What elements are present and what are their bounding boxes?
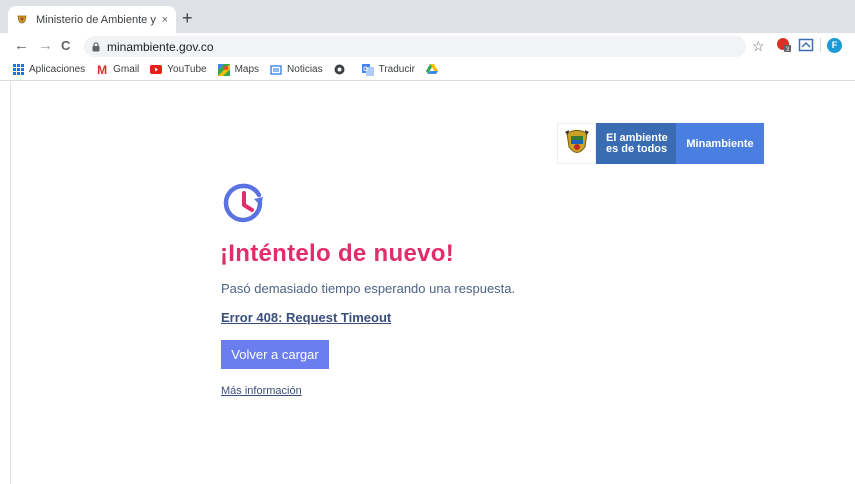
bookmark-noticias[interactable]: Noticias (270, 64, 323, 76)
lock-icon (92, 41, 100, 51)
slogan-line-1: El ambiente (606, 131, 668, 144)
browser-toolbar: ← → C minambiente.gov.co ☆ 3 F ⋮ (0, 33, 855, 59)
drive-icon (425, 64, 438, 76)
more-info-link[interactable]: Más información (221, 385, 302, 397)
colombia-coat-of-arms-icon (557, 123, 596, 164)
news-icon (270, 64, 282, 76)
bookmark-youtube[interactable]: YouTube (150, 64, 207, 76)
cast-extension-icon[interactable] (798, 37, 814, 53)
bookmark-label: Noticias (287, 64, 323, 75)
bookmark-label: Aplicaciones (29, 64, 86, 75)
gmail-icon: M (97, 62, 108, 77)
back-button[interactable]: ← (14, 36, 29, 56)
tab-strip: Ministerio de Ambiente y Deso × + (0, 0, 855, 33)
clock-timeout-icon (223, 183, 263, 223)
reload-button[interactable]: C (61, 36, 70, 56)
bookmark-label: Traducir (378, 64, 415, 75)
bookmark-label: Maps (234, 64, 260, 75)
address-bar[interactable]: minambiente.gov.co (84, 36, 746, 57)
browser-tab[interactable]: Ministerio de Ambiente y Deso × (8, 6, 176, 33)
error-message: Pasó demasiado tiempo esperando una resp… (221, 281, 516, 296)
translate-icon: G (361, 63, 374, 76)
tab-title: Ministerio de Ambiente y Deso (36, 13, 156, 26)
menu-icon[interactable]: ⋮ (850, 38, 855, 52)
logo-brand: Minambiente (676, 123, 764, 164)
page-edge (10, 82, 11, 484)
bookmark-aplicaciones[interactable]: Aplicaciones (12, 64, 85, 76)
new-tab-button[interactable]: + (182, 9, 193, 27)
bookmark-drive[interactable] (425, 64, 443, 76)
youtube-icon (150, 64, 163, 76)
apps-grid-icon (12, 64, 24, 76)
bookmark-globe[interactable] (334, 64, 351, 76)
error-code-link[interactable]: Error 408: Request Timeout (221, 310, 391, 325)
bookmark-maps[interactable]: Maps (217, 63, 260, 76)
maps-icon (217, 63, 230, 76)
colombia-seal-icon (16, 14, 28, 26)
svg-text:G: G (363, 67, 368, 73)
forward-button[interactable]: → (38, 36, 53, 56)
reload-page-button[interactable]: Volver a cargar (221, 340, 329, 369)
error-heading: ¡Inténtelo de nuevo! (220, 240, 454, 267)
bookmark-gmail[interactable]: M Gmail (96, 62, 140, 77)
bookmarks-bar: Aplicaciones M Gmail YouTube Maps Notici… (0, 59, 855, 81)
toolbar-divider (820, 38, 821, 52)
bookmark-label: Gmail (113, 64, 140, 75)
extension-icon[interactable]: 3 (776, 37, 792, 53)
profile-avatar[interactable]: F (827, 37, 842, 53)
globe-icon (334, 64, 346, 76)
bookmark-traducir[interactable]: G Traducir (361, 63, 415, 76)
url-text: minambiente.gov.co (107, 39, 214, 54)
logo-slogan: El ambiente es de todos (596, 123, 676, 164)
tab-close-icon[interactable]: × (162, 14, 168, 26)
slogan-line-2: es de todos (606, 142, 668, 155)
minambiente-logo[interactable]: El ambiente es de todos Minambiente (557, 123, 764, 164)
bookmark-star-icon[interactable]: ☆ (752, 36, 765, 56)
bookmark-label: YouTube (167, 64, 207, 75)
